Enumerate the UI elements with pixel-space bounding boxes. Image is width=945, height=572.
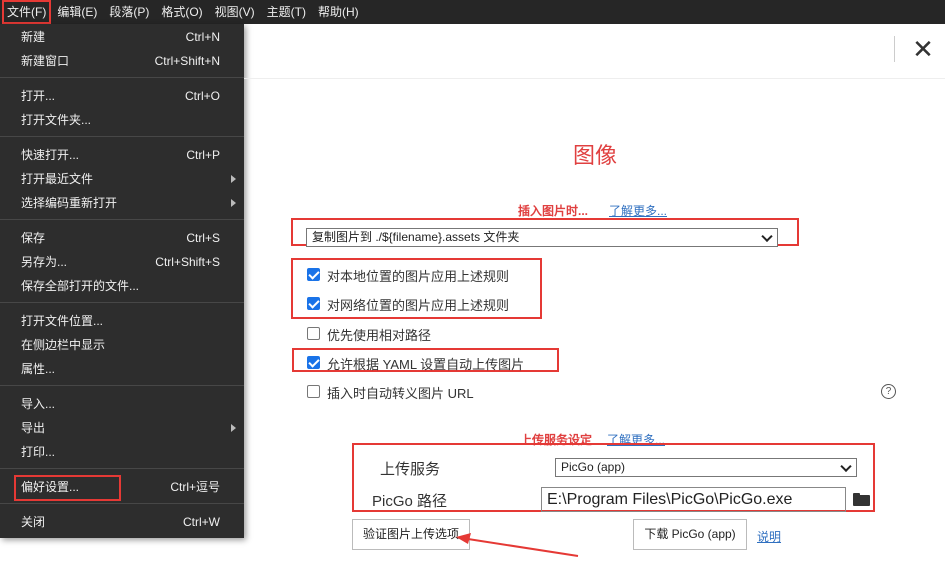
checkbox-escape-url[interactable] <box>307 385 320 398</box>
menu-item-label: 打开文件位置... <box>21 314 104 328</box>
menu-item-open-recent[interactable]: 打开最近文件 <box>0 167 244 191</box>
menu-item-label: 导出 <box>21 421 46 435</box>
menu-item-export[interactable]: 导出 <box>0 416 244 440</box>
chevron-down-icon <box>840 460 852 472</box>
menu-item-quick-open[interactable]: 快速打开... Ctrl+P <box>0 143 244 167</box>
menu-item-shortcut: Ctrl+W <box>183 515 220 529</box>
menu-item-label: 另存为... <box>21 255 68 269</box>
menu-item-reveal-in-sidebar[interactable]: 在侧边栏中显示 <box>0 333 244 357</box>
menu-item-save-as[interactable]: 另存为... Ctrl+Shift+S <box>0 250 244 274</box>
checkbox-apply-local[interactable] <box>307 268 320 281</box>
menu-item-label: 导入... <box>21 397 56 411</box>
menu-paragraph[interactable]: 段落(P) <box>103 0 155 24</box>
close-divider <box>894 36 895 62</box>
menu-item-new-window[interactable]: 新建窗口 Ctrl+Shift+N <box>0 49 244 73</box>
menu-item-label: 保存 <box>21 231 46 245</box>
close-icon: ✕ <box>912 34 934 64</box>
menu-item-properties[interactable]: 属性... <box>0 357 244 381</box>
menu-item-save[interactable]: 保存 Ctrl+S <box>0 226 244 250</box>
menu-help[interactable]: 帮助(H) <box>312 0 365 24</box>
insert-image-heading: 插入图片时... <box>518 204 589 218</box>
learn-more-link-2[interactable]: 了解更多... <box>607 431 665 448</box>
learn-more-link[interactable]: 了解更多... <box>609 202 667 219</box>
submenu-arrow-icon <box>231 175 236 183</box>
menu-separator <box>0 503 244 504</box>
annotation-arrow-icon <box>456 533 579 557</box>
section-title: 图像 <box>572 143 617 168</box>
download-picgo-button[interactable]: 下载 PicGo (app) <box>633 519 747 550</box>
upload-service-heading: 上传服务设定 <box>520 433 593 447</box>
menu-view[interactable]: 视图(V) <box>209 0 261 24</box>
submenu-arrow-icon <box>231 199 236 207</box>
menu-item-label: 新建 <box>21 30 46 44</box>
checkbox-relative-path[interactable] <box>307 327 320 340</box>
menu-format[interactable]: 格式(O) <box>155 0 208 24</box>
menu-item-reopen-with-encoding[interactable]: 选择编码重新打开 <box>0 191 244 215</box>
menu-item-new[interactable]: 新建 Ctrl+N <box>0 25 244 49</box>
checkbox-label: 优先使用相对路径 <box>327 328 432 343</box>
menu-file[interactable]: 文件(F) <box>2 0 52 24</box>
menu-item-label: 快速打开... <box>21 148 80 162</box>
menu-item-label: 打开最近文件 <box>21 172 94 186</box>
menu-item-label: 打开文件夹... <box>21 113 92 127</box>
menu-item-label: 关闭 <box>21 515 46 529</box>
menu-separator <box>0 385 244 386</box>
menu-item-shortcut: Ctrl+N <box>185 30 220 44</box>
menu-edit[interactable]: 编辑(E) <box>51 0 103 24</box>
submenu-arrow-icon <box>231 424 236 432</box>
menu-separator <box>0 219 244 220</box>
header-divider <box>244 78 945 79</box>
menu-item-open-folder[interactable]: 打开文件夹... <box>0 108 244 132</box>
explain-link[interactable]: 说明 <box>757 528 781 545</box>
menu-item-shortcut: Ctrl+逗号 <box>170 480 220 494</box>
menu-item-save-all[interactable]: 保存全部打开的文件... <box>0 274 244 298</box>
menu-item-shortcut: Ctrl+S <box>186 231 220 245</box>
menu-bar: 文件(F) 编辑(E) 段落(P) 格式(O) 视图(V) 主题(T) 帮助(H… <box>0 0 945 24</box>
picgo-path-input[interactable]: E:\Program Files\PicGo\PicGo.exe <box>541 487 846 512</box>
help-icon[interactable]: ? <box>881 384 896 399</box>
upload-service-label: 上传服务 <box>380 461 441 478</box>
close-button[interactable]: ✕ <box>908 34 938 64</box>
menu-item-label: 偏好设置... <box>21 480 80 494</box>
checkbox-apply-network[interactable] <box>307 297 320 310</box>
select-value: PicGo (app) <box>561 460 626 474</box>
menu-separator <box>0 302 244 303</box>
menu-item-label: 新建窗口 <box>21 54 70 68</box>
menu-item-label: 保存全部打开的文件... <box>21 279 140 293</box>
menu-separator <box>0 136 244 137</box>
checkbox-label: 插入时自动转义图片 URL <box>327 386 474 401</box>
menu-item-shortcut: Ctrl+Shift+S <box>155 255 220 269</box>
select-value: 复制图片到 ./${filename}.assets 文件夹 <box>312 230 520 244</box>
upload-service-select[interactable]: PicGo (app) <box>555 458 857 477</box>
menu-item-shortcut: Ctrl+Shift+N <box>154 54 220 68</box>
chevron-down-icon <box>761 230 773 242</box>
menu-item-close[interactable]: 关闭 Ctrl+W <box>0 510 244 534</box>
menu-item-label: 属性... <box>21 362 56 376</box>
menu-item-shortcut: Ctrl+O <box>184 89 220 103</box>
menu-separator <box>0 77 244 78</box>
menu-item-label: 打印... <box>21 445 56 459</box>
menu-theme[interactable]: 主题(T) <box>261 0 312 24</box>
menu-item-open[interactable]: 打开... Ctrl+O <box>0 84 244 108</box>
checkbox-label: 对本地位置的图片应用上述规则 <box>327 269 510 284</box>
checkbox-yaml-upload[interactable] <box>307 356 320 369</box>
insert-image-select[interactable]: 复制图片到 ./${filename}.assets 文件夹 <box>306 228 778 247</box>
menu-separator <box>0 468 244 469</box>
picgo-path-label: PicGo 路径 <box>372 493 448 510</box>
menu-item-preferences[interactable]: 偏好设置... Ctrl+逗号 <box>0 475 244 499</box>
menu-item-open-file-location[interactable]: 打开文件位置... <box>0 309 244 333</box>
menu-item-shortcut: Ctrl+P <box>186 148 220 162</box>
menu-item-print[interactable]: 打印... <box>0 440 244 464</box>
menu-item-label: 在侧边栏中显示 <box>21 338 106 352</box>
checkbox-label: 对网络位置的图片应用上述规则 <box>327 298 510 313</box>
checkbox-label: 允许根据 YAML 设置自动上传图片 <box>327 357 525 372</box>
menu-item-label: 打开... <box>21 89 56 103</box>
folder-icon[interactable] <box>853 493 870 506</box>
menu-item-label: 选择编码重新打开 <box>21 196 118 210</box>
file-menu-dropdown: 新建 Ctrl+N 新建窗口 Ctrl+Shift+N 打开... Ctrl+O… <box>0 24 244 538</box>
menu-item-import[interactable]: 导入... <box>0 392 244 416</box>
